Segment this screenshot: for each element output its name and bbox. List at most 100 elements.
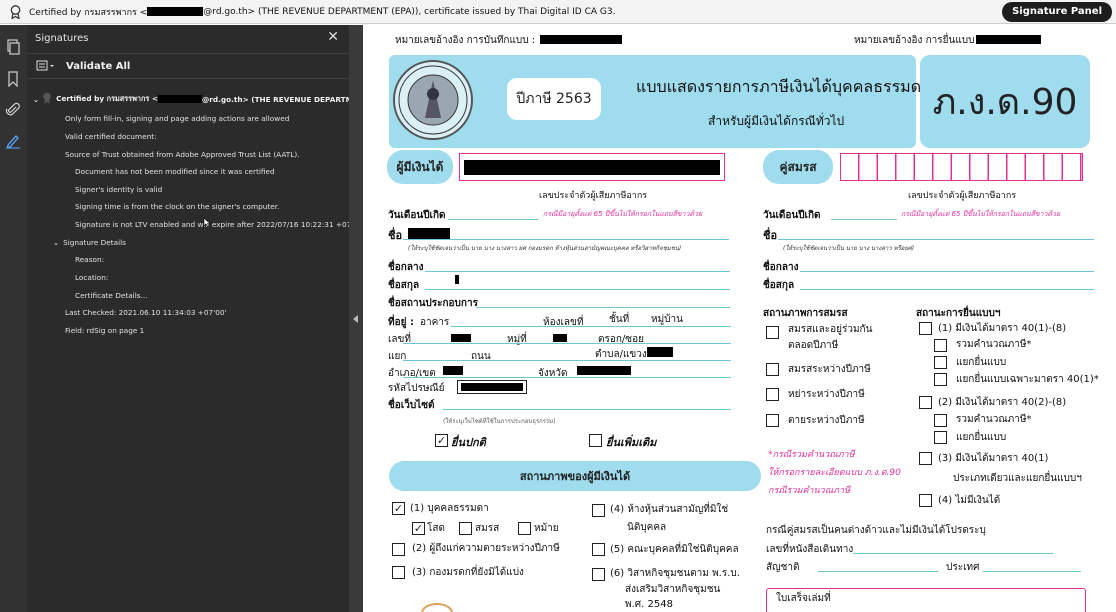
moo-label: หมู่ที่ <box>507 334 527 345</box>
ref-file-label: หมายเลขอ้างอิง การยื่นแบบ : <box>854 35 982 46</box>
filing-item: แยกยื่นแบบ <box>956 357 1007 368</box>
marital-checkbox[interactable] <box>766 414 779 427</box>
deceased-checkbox[interactable] <box>392 543 405 556</box>
form-code: ภ.ง.ด.90 <box>920 55 1090 148</box>
marital-checkbox[interactable] <box>766 363 779 376</box>
name-hint: (ให้ระบุใช้ชัดเจนว่าเป็น นาย นาง นางสาว … <box>783 245 915 252</box>
attachment-icon[interactable] <box>5 102 21 118</box>
partnership-checkbox[interactable] <box>592 504 605 517</box>
form-title: แบบแสดงรายการภาษีเงินได้บุคคลธรรมดา <box>636 77 931 96</box>
filing-checkbox[interactable] <box>919 322 932 335</box>
signature-details-toggle[interactable]: ⌄ Signature Details <box>53 238 126 247</box>
status-item: (6) วิสาหกิจชุมชนตาม พ.ร.บ. <box>610 568 740 579</box>
country-label: ประเทศ <box>946 562 980 573</box>
signature-pen-icon[interactable] <box>5 133 21 149</box>
floor-label: ชั้นที่ <box>609 314 630 325</box>
marital-header: สถานภาพการสมรส <box>763 308 848 319</box>
single-checkbox[interactable]: ✓ <box>412 522 425 535</box>
address-line <box>403 360 731 361</box>
signature-entry[interactable]: ⌄ Certified by กรมสรรพากร < @rd.go.th> (… <box>33 92 397 106</box>
surname-label: ชื่อสกุล <box>763 280 795 291</box>
marital-note: กรณีรวมคำนวณภาษี <box>768 486 851 496</box>
panel-line: Location: <box>75 273 109 282</box>
house-no-label: เลขที่ <box>388 334 411 345</box>
status-item: (2) ผู้ถึงแก่ความตายระหว่างปีภาษี <box>412 543 560 554</box>
signature-panel-button[interactable]: Signature Panel <box>1002 2 1112 22</box>
cert-message-suffix: @rd.go.th> (THE REVENUE DEPARTMENT (EPA)… <box>203 6 616 17</box>
filing-item: (1) มีเงินได้มาตรา 40(1)-(8) <box>938 323 1067 334</box>
redacted-tin <box>464 160 720 175</box>
middle-name-label: ชื่อกลาง <box>388 262 424 273</box>
yaek-label: แยก <box>388 351 407 362</box>
dob-line <box>448 219 538 220</box>
close-icon[interactable]: ✕ <box>327 29 339 45</box>
filing-checkbox[interactable] <box>934 431 947 444</box>
panel-splitter[interactable] <box>349 25 363 612</box>
spouse-tin-field[interactable] <box>840 153 1083 181</box>
signatures-panel: Signatures ✕ Validate All ⌄ Certified by… <box>27 25 397 612</box>
marital-note: ให้กรอกรายละเอียดแบบ ภ.ง.ด.90 <box>768 468 901 478</box>
status-item: (5) คณะบุคคลที่มิใช่นิติบุคคล <box>610 544 739 555</box>
name-line <box>778 239 1094 240</box>
business-name-label: ชื่อสถานประกอบการ <box>388 298 478 309</box>
village-label: หมู่บ้าน <box>651 314 683 325</box>
panel-line: Reason: <box>75 255 105 264</box>
status-item: (1) บุคคลธรรมดา <box>410 503 489 514</box>
body-of-persons-checkbox[interactable] <box>592 543 605 556</box>
panel-line: Signer's identity is valid <box>75 185 163 194</box>
certificate-details-link[interactable]: Certificate Details... <box>75 291 147 300</box>
filing-checkbox[interactable] <box>919 494 932 507</box>
marital-item: สมรสระหว่างปีภาษี <box>788 364 871 375</box>
marital-checkbox[interactable] <box>766 326 779 339</box>
marital-item: หย่าระหว่างปีภาษี <box>788 389 865 400</box>
road-label: ถนน <box>471 351 491 362</box>
redacted-email <box>158 95 202 103</box>
filing-checkbox[interactable] <box>934 373 947 386</box>
panel-line: Last Checked: 2021.06.10 11:34:03 +07'00… <box>65 308 227 317</box>
redacted-name <box>408 228 450 239</box>
marital-item: ตายระหว่างปีภาษี <box>788 415 865 426</box>
page-thumbnails-icon[interactable] <box>5 39 21 55</box>
filing-checkbox[interactable] <box>919 396 932 409</box>
community-enterprise-checkbox[interactable] <box>592 568 605 581</box>
status-item: (4) ห้างหุ้นส่วนสามัญที่มิใช่ <box>610 504 729 515</box>
website-line <box>443 409 731 410</box>
receipt-label: ใบเสร็จเล่มที่ <box>776 593 831 604</box>
additional-filing-label: ยื่นเพิ่มเติม <box>606 436 657 449</box>
filing-checkbox[interactable] <box>934 414 947 427</box>
nationality-label: สัญชาติ <box>766 562 800 573</box>
cert-message-prefix: Certified by กรมสรรพากร < <box>29 7 148 18</box>
redacted-province <box>577 366 631 375</box>
widowed-checkbox[interactable] <box>518 522 531 535</box>
address-line <box>403 343 731 344</box>
filing-checkbox[interactable] <box>919 452 932 465</box>
status-item: นิติบุคคล <box>627 522 667 533</box>
dob-note: กรณีมีอายุตั้งแต่ 65 ปีขึ้นไปให้กรอกในแถ… <box>543 210 703 218</box>
spouse-label: คู่สมรส <box>763 150 833 184</box>
additional-filing-checkbox[interactable] <box>589 434 602 447</box>
panel-line: Signature is not LTV enabled and will ex… <box>75 220 365 229</box>
bookmark-icon[interactable] <box>5 71 21 88</box>
normal-filing-checkbox[interactable]: ✓ <box>435 434 448 447</box>
filing-checkbox[interactable] <box>934 356 947 369</box>
collapse-arrow-icon[interactable] <box>353 315 358 323</box>
estate-checkbox[interactable] <box>392 566 405 579</box>
options-menu-icon[interactable] <box>36 60 56 72</box>
status-individual-checkbox[interactable]: ✓ <box>392 502 405 515</box>
middle-name-label: ชื่อกลาง <box>763 262 799 273</box>
panel-line: Signing time is from the clock on the si… <box>75 202 280 211</box>
filing-item: แยกยื่นแบบ <box>956 432 1007 443</box>
expand-chevron-icon[interactable]: ⌄ <box>53 238 59 247</box>
dob-note: กรณีมีอายุตั้งแต่ 65 ปีขึ้นไปให้กรอกในแถ… <box>901 210 1061 218</box>
taxpayer-label: ผู้มีเงินได้ <box>387 150 453 184</box>
marital-note: *กรณีรวมคำนวณภาษี <box>768 450 855 460</box>
marital-checkbox[interactable] <box>766 388 779 401</box>
married-checkbox[interactable] <box>459 522 472 535</box>
nationality-line <box>818 571 938 572</box>
validate-all-button[interactable]: Validate All <box>66 61 130 72</box>
expand-chevron-icon[interactable]: ⌄ <box>33 95 39 104</box>
website-label: ชื่อเว็บไซต์ <box>388 400 435 411</box>
digital-signature-stamp <box>421 603 453 612</box>
filing-checkbox[interactable] <box>934 339 947 352</box>
country-line <box>983 571 1081 572</box>
